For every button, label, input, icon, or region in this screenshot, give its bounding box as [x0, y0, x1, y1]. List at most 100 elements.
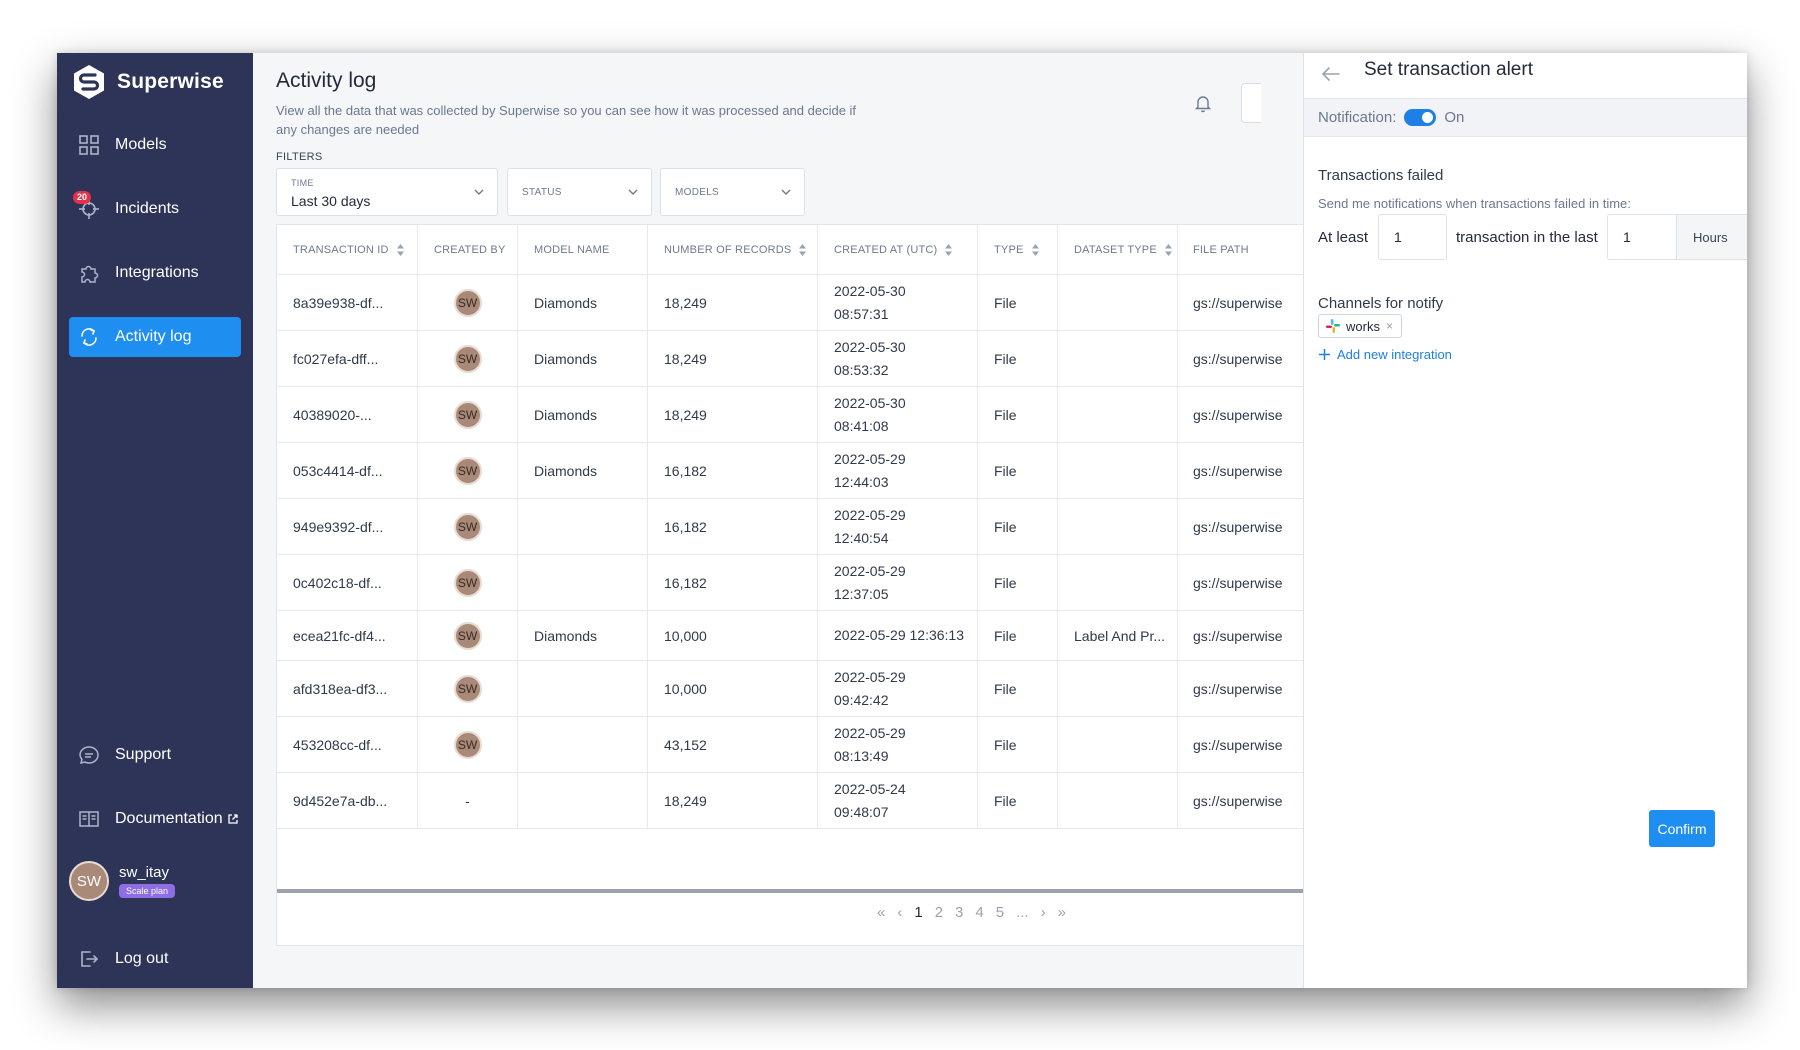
cell-file-path: gs://superwise: [1178, 387, 1304, 442]
sidebar: Superwise Models 20 Incidents Integratio…: [57, 53, 253, 988]
slack-icon: [1326, 319, 1340, 333]
cell-created-at: 2022-05-30 08:53:32: [818, 331, 978, 386]
cell-model-name: [518, 773, 648, 828]
table-row[interactable]: 9d452e7a-db... - 18,249 2022-05-24 09:48:07 F…: [277, 773, 1304, 829]
back-arrow-icon[interactable]: [1320, 63, 1342, 85]
transaction-count-input[interactable]: 1: [1378, 214, 1447, 260]
created-time: 12:44:03: [834, 473, 889, 490]
table-row[interactable]: 453208cc-df... SW 43,152 2022-05-29 08:13:49…: [277, 717, 1304, 773]
bell-icon[interactable]: [1193, 93, 1213, 118]
period-value-input[interactable]: 1: [1607, 214, 1677, 260]
cell-created-by: SW: [418, 611, 518, 660]
transaction-id: ecea21fc-df4...: [293, 627, 386, 644]
cell-model-name: [518, 717, 648, 772]
remove-chip-icon[interactable]: ×: [1386, 319, 1393, 333]
nav-support[interactable]: Support: [69, 735, 241, 775]
sort-icon: [396, 243, 404, 256]
time-filter[interactable]: TIME Last 30 days: [276, 168, 498, 216]
at-least-label: At least: [1318, 229, 1369, 246]
add-integration-label: Add new integration: [1337, 347, 1452, 362]
nav-incidents[interactable]: 20 Incidents: [69, 189, 241, 229]
main-content: Activity log View all the data that was …: [253, 53, 1304, 988]
status-filter[interactable]: STATUS: [507, 168, 652, 216]
nav-integrations[interactable]: Integrations: [69, 253, 241, 293]
cell-file-path: gs://superwise: [1178, 499, 1304, 554]
column-header-type[interactable]: TYPE: [978, 225, 1058, 274]
next-page-icon[interactable]: ›: [1041, 904, 1046, 921]
record-count: 18,249: [664, 350, 707, 367]
avatar: SW: [453, 674, 482, 703]
table-row[interactable]: afd318ea-df3... SW 10,000 2022-05-29 09:42:4…: [277, 661, 1304, 717]
column-header-number-of-records[interactable]: NUMBER OF RECORDS: [648, 225, 818, 274]
add-integration-link[interactable]: Add new integration: [1318, 347, 1452, 362]
column-header-dataset-type[interactable]: DATASET TYPE: [1058, 225, 1178, 274]
page-1[interactable]: 1: [914, 904, 922, 921]
model-name: Diamonds: [534, 406, 598, 423]
user-profile[interactable]: SW sw_itay Scale plan: [69, 861, 176, 901]
last-page-icon[interactable]: »: [1058, 904, 1066, 921]
channels-title: Channels for notify: [1318, 295, 1444, 312]
file-path: gs://superwise: [1193, 574, 1283, 591]
time-unit-select[interactable]: Hours: [1676, 214, 1747, 260]
logout-button[interactable]: Log out: [69, 939, 241, 979]
created-date: 2022-05-29 12:36:13: [834, 627, 964, 643]
table-row[interactable]: fc027efa-dff... SW Diamonds 18,249 2022-05-3…: [277, 331, 1304, 387]
cell-type: File: [978, 499, 1058, 554]
column-header-created-at[interactable]: CREATED AT (UTC): [818, 225, 978, 274]
page-3[interactable]: 3: [955, 904, 963, 921]
table-row[interactable]: ecea21fc-df4... SW Diamonds 10,000 2022-05-2…: [277, 611, 1304, 661]
channel-chip[interactable]: works ×: [1318, 314, 1402, 338]
type: File: [994, 294, 1017, 311]
transaction-id: 053c4414-df...: [293, 462, 383, 479]
cell-dataset-type: [1058, 661, 1178, 716]
cell-created-by: SW: [418, 275, 518, 330]
cell-dataset-type: [1058, 387, 1178, 442]
cell-created-by: -: [418, 773, 518, 828]
chevron-down-icon: [628, 189, 638, 195]
header-menu-button[interactable]: [1241, 83, 1261, 123]
cell-model-name: Diamonds: [518, 443, 648, 498]
horizontal-scrollbar[interactable]: [277, 889, 1304, 893]
first-page-icon[interactable]: «: [877, 904, 885, 921]
cell-model-name: Diamonds: [518, 331, 648, 386]
logo[interactable]: Superwise: [71, 61, 224, 103]
table-row[interactable]: 0c402c18-df... SW 16,182 2022-05-29 12:37:05…: [277, 555, 1304, 611]
cell-created-at: 2022-05-29 08:13:49: [818, 717, 978, 772]
created-at: 2022-05-29 09:42:42: [834, 666, 906, 712]
nav-documentation[interactable]: Documentation: [69, 799, 241, 839]
cell-number-of-records: 18,249: [648, 275, 818, 330]
cell-created-at: 2022-05-29 12:37:05: [818, 555, 978, 610]
page-2[interactable]: 2: [935, 904, 943, 921]
models-filter[interactable]: MODELS: [660, 168, 805, 216]
section-title: Transactions failed: [1318, 167, 1444, 184]
created-time: 12:40:54: [834, 529, 889, 546]
created-at: 2022-05-24 09:48:07: [834, 778, 906, 824]
channel-chip-label: works: [1346, 318, 1380, 334]
nav-activity-log-label: Activity log: [115, 328, 192, 345]
page-title: Activity log: [276, 69, 377, 92]
page-4[interactable]: 4: [975, 904, 983, 921]
table-row[interactable]: 8a39e938-df... SW Diamonds 18,249 2022-05-30…: [277, 275, 1304, 331]
column-header-transaction-id[interactable]: TRANSACTION ID: [277, 225, 418, 274]
cell-number-of-records: 16,182: [648, 555, 818, 610]
table-row[interactable]: 40389020-... SW Diamonds 18,249 2022-05-30 08…: [277, 387, 1304, 443]
confirm-button[interactable]: Confirm: [1649, 810, 1715, 847]
created-at: 2022-05-29 12:44:03: [834, 448, 906, 494]
avatar: SW: [69, 861, 109, 901]
table-row[interactable]: 949e9392-df... SW 16,182 2022-05-29 12:40:54…: [277, 499, 1304, 555]
column-header-model-name: MODEL NAME: [518, 225, 648, 274]
external-link-icon: [227, 814, 238, 824]
nav-models[interactable]: Models: [69, 125, 241, 165]
nav-activity-log[interactable]: Activity log: [69, 317, 241, 357]
cell-type: File: [978, 555, 1058, 610]
created-at: 2022-05-29 08:13:49: [834, 722, 906, 768]
record-count: 16,182: [664, 574, 707, 591]
record-count: 18,249: [664, 406, 707, 423]
transaction-id: 9d452e7a-db...: [293, 792, 388, 809]
table-row[interactable]: 053c4414-df... SW Diamonds 16,182 2022-05-29…: [277, 443, 1304, 499]
notification-toggle[interactable]: [1404, 109, 1437, 126]
prev-page-icon[interactable]: ‹: [897, 904, 902, 921]
page-5[interactable]: 5: [996, 904, 1004, 921]
created-at: 2022-05-29 12:40:54: [834, 504, 906, 550]
cell-created-by: SW: [418, 331, 518, 386]
